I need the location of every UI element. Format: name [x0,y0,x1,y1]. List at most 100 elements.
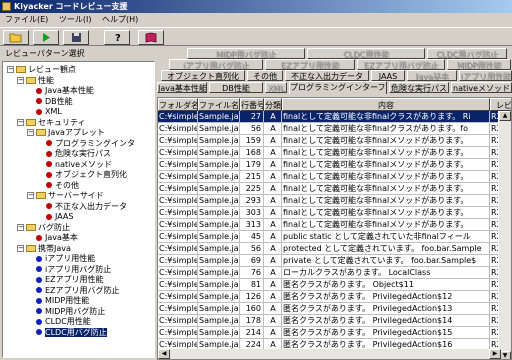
table-row[interactable]: C:¥simple Sample.jav 126 A 匿名クラスがあります。 Privi… [158,291,511,303]
run-button[interactable] [33,30,59,45]
tab[interactable]: XML [265,82,287,93]
column-header[interactable]: 分類 [264,98,282,111]
table-cell: 匿名クラスがあります。 Object$11 [282,279,490,291]
collapse-toggle-icon[interactable]: − [17,223,24,231]
tree-leaf[interactable]: JAAS [46,212,73,222]
tab[interactable]: オブジェクト直列化 [161,70,245,81]
tree-leaf[interactable]: iアプリ用性能 [36,254,95,264]
tab[interactable]: MIDP用バグ防止 [187,48,305,59]
folder-icon [26,244,36,252]
tree-folder[interactable]: − 携帯Java [17,244,71,254]
tab[interactable]: JAAS [371,70,405,81]
tree-leaf[interactable]: Java基本 [36,233,78,243]
tree-leaf[interactable]: iアプリ用バグ防止 [36,265,111,275]
table-row[interactable]: C:¥simple Sample.jav 313 Afinalとして定義可能な非fin… [158,219,511,231]
table-row[interactable]: C:¥simple Sample.jav 76 A ローカルクラスがあります。 Loca… [158,267,511,279]
tree-folder[interactable]: − レビュー観点 [7,65,76,75]
tree-folder[interactable]: − 性能 [17,76,54,86]
scroll-left-icon[interactable]: ◀ [158,349,170,359]
scroll-up-icon[interactable]: ▲ [499,111,511,121]
menu-tools[interactable]: ツール(I) [56,13,95,27]
tree-leaf[interactable]: nativeメソッド [46,160,112,170]
save-button[interactable] [63,30,89,45]
table-cell: Sample.jav [198,159,240,171]
tree-leaf[interactable]: XML [36,107,62,117]
table-row[interactable]: C:¥simple Sample.jav 214 A 匿名クラスがあります。 Privi… [158,327,511,339]
table-row[interactable]: C:¥simple Sample.jav 225 Afinalとして定義可能な非fin… [158,183,511,195]
table-row[interactable]: C:¥simple Sample.jav 56 Afinalとして定義可能な非fina… [158,123,511,135]
tab[interactable]: プログラミングインターフェイス [289,81,387,94]
tab[interactable]: Java基本 [407,70,457,81]
menu-file[interactable]: ファイル(E) [2,13,51,27]
tab[interactable]: 不正な入出力データ [285,70,369,81]
table-cell: Sample.jav [198,327,240,339]
tree-leaf[interactable]: プログラミングインタ [46,139,135,149]
scroll-right-icon[interactable]: ▶ [489,349,501,359]
tree-leaf[interactable]: MIDP用性能 [36,296,89,306]
table-row[interactable]: C:¥simple Sample.jav 179 Afinalとして定義可能な非fin… [158,159,511,171]
collapse-toggle-icon[interactable]: − [17,118,24,126]
tree-folder[interactable]: − セキュリティ [17,118,86,128]
table-row[interactable]: C:¥simple Sample.jav 303 Afinalとして定義可能な非fin… [158,207,511,219]
tab[interactable]: Java基本性能 [157,82,207,93]
tab[interactable]: MIDP用性能 [447,59,511,70]
tree-leaf[interactable]: CLDC用バグ防止 [36,327,107,338]
tab[interactable]: iアプリ用性能 [459,70,512,81]
tree-leaf[interactable]: DB性能 [36,97,73,107]
collapse-toggle-icon[interactable]: − [17,76,24,84]
tab[interactable]: EZアプリ用性能 [265,59,355,70]
menu-help[interactable]: ヘルプ(H) [99,13,141,27]
table-row[interactable]: C:¥simple Sample.jav 159 Afinalとして定義可能な非fin… [158,135,511,147]
tab[interactable]: iアプリ用バグ防止 [169,59,263,70]
column-header[interactable]: フォルダ名 [158,98,198,111]
table-row[interactable]: C:¥simple Sample.jav 81 A 匿名クラスがあります。 Object… [158,279,511,291]
collapse-toggle-icon[interactable]: − [27,192,34,199]
vertical-scrollbar[interactable]: ▲ ▼ [498,111,511,359]
collapse-toggle-icon[interactable]: − [17,244,24,252]
pattern-tree[interactable]: − レビュー観点 − 性能 Java基本性能 DB性能 XML − セキュリティ − Javaアプレ… [2,61,155,358]
table-row[interactable]: C:¥simple Sample.jav 69 Aprivate として定義されていま… [158,255,511,267]
tree-leaf[interactable]: Java基本性能 [36,86,94,96]
table-cell: finalとして定義可能な非finalクラスがあります。fo [282,123,490,135]
tree-folder[interactable]: − バグ防止 [17,223,70,233]
tree-leaf[interactable]: CLDC用性能 [36,317,91,327]
table-row[interactable]: C:¥simple Sample.jav 45 Apublic static として定… [158,231,511,243]
collapse-toggle-icon[interactable]: − [7,66,14,73]
tree-folder[interactable]: − Javaアプレット [27,128,105,138]
tab[interactable]: DB性能 [209,82,263,93]
open-folder-button[interactable] [3,30,29,45]
tree-leaf[interactable]: MIDP用バグ防止 [36,307,105,317]
tab[interactable]: EZアプリ用バグ防止 [357,59,445,70]
column-header[interactable]: 行番号 [240,98,264,111]
tree-leaf[interactable]: 危険な実行パス [46,149,111,159]
table-row[interactable]: C:¥simple Sample.jav 215 Afinalとして定義可能な非fin… [158,171,511,183]
table-row[interactable]: C:¥simple Sample.jav 168 Afinalとして定義可能な非fin… [158,147,511,159]
column-header[interactable]: 内容 [282,98,490,111]
tree-node-label: iアプリ用性能 [45,254,96,263]
table-row[interactable]: C:¥simple Sample.jav 56 Aprotected として定義されて… [158,243,511,255]
table-cell: finalとして定義可能な非finalメソッドがあります。 [282,195,490,207]
tab[interactable]: 危険な実行パス [389,82,449,93]
table-cell: Sample.jav [198,171,240,183]
table-row[interactable]: C:¥simple Sample.jav 178 A 匿名クラスがあります。 Privi… [158,315,511,327]
tree-leaf[interactable]: オブジェクト直列化 [46,170,127,180]
table-row[interactable]: C:¥simple Sample.jav 160 A 匿名クラスがあります。 Privi… [158,303,511,315]
tree-leaf[interactable]: EZアプリ用性能 [36,275,104,285]
book-button[interactable] [138,30,164,45]
table-row[interactable]: C:¥simple Sample.jav 27 Afinalとして定義可能な非fina… [158,111,511,123]
tree-leaf[interactable]: 不正な入出力データ [46,202,127,212]
column-header[interactable]: レビ [490,98,511,111]
collapse-toggle-icon[interactable]: − [27,129,34,136]
horizontal-scrollbar[interactable]: ◀ ▶ [158,349,501,359]
tree-leaf[interactable]: その他 [46,181,79,191]
tab[interactable]: CLDC用バグ防止 [427,48,507,59]
tree-leaf[interactable]: EZアプリ用バグ防止 [36,286,120,296]
column-header[interactable]: ファイル名 [198,98,240,111]
table-header: フォルダ名 ファイル名 行番号 分類 内容 レビ [158,98,511,111]
tab[interactable]: その他 [247,70,283,81]
tab[interactable]: nativeメソッド [451,82,512,93]
tab[interactable]: CLDC用性能 [307,48,425,59]
help-button[interactable]: ? [104,30,130,45]
tree-folder[interactable]: − サーバーサイド [27,191,104,201]
table-row[interactable]: C:¥simple Sample.jav 293 Afinalとして定義可能な非fin… [158,195,511,207]
